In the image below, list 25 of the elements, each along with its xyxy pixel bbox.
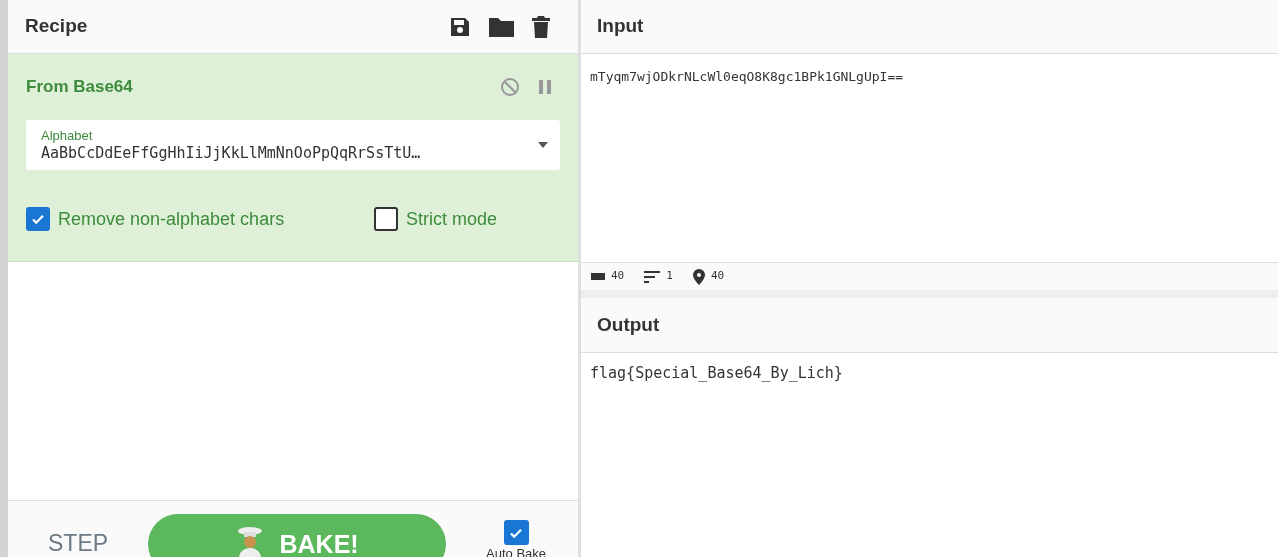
input-text[interactable]: mTyqm7wjODkrNLcWl0eqO8K8gc1BPk1GNLgUpI== <box>590 69 904 84</box>
panel-title: Recipe <box>25 14 88 39</box>
field-label: Alphabet <box>41 128 94 142</box>
length-count: 40 <box>611 268 625 285</box>
checkbox[interactable] <box>26 207 50 231</box>
lines-icon <box>644 270 661 283</box>
field-value: AaBbCcDdEeFfGgHhIiJjKkLlMmNnOoPpQqRrSsTtU… <box>41 145 421 161</box>
location-pin-icon <box>692 268 705 285</box>
operation-title: From Base64 <box>26 76 133 98</box>
option-label: Strict mode <box>406 207 498 231</box>
dropdown-caret-icon[interactable] <box>538 141 548 148</box>
checkbox[interactable] <box>374 207 398 231</box>
alphabet-field[interactable]: Alphabet AaBbCcDdEeFfGgHhIiJjKkLlMmNnOoPpQqRrSsTtU… <box>26 119 560 170</box>
option-label: Remove non-alphabet chars <box>58 207 285 231</box>
output-text: flag{Special_Base64_By_Lich} <box>590 364 843 382</box>
bake-label: BAKE! <box>279 532 359 557</box>
trash-icon[interactable] <box>531 14 551 39</box>
checkbox[interactable] <box>503 520 529 545</box>
step-button[interactable]: STEP <box>48 532 109 555</box>
folder-icon[interactable] <box>488 15 515 38</box>
resize-handle[interactable] <box>581 290 1278 298</box>
panel-title: Input <box>597 14 644 39</box>
panel-title: Output <box>597 312 660 337</box>
cursor-position: 40 <box>710 268 725 285</box>
line-count: 1 <box>666 268 673 285</box>
